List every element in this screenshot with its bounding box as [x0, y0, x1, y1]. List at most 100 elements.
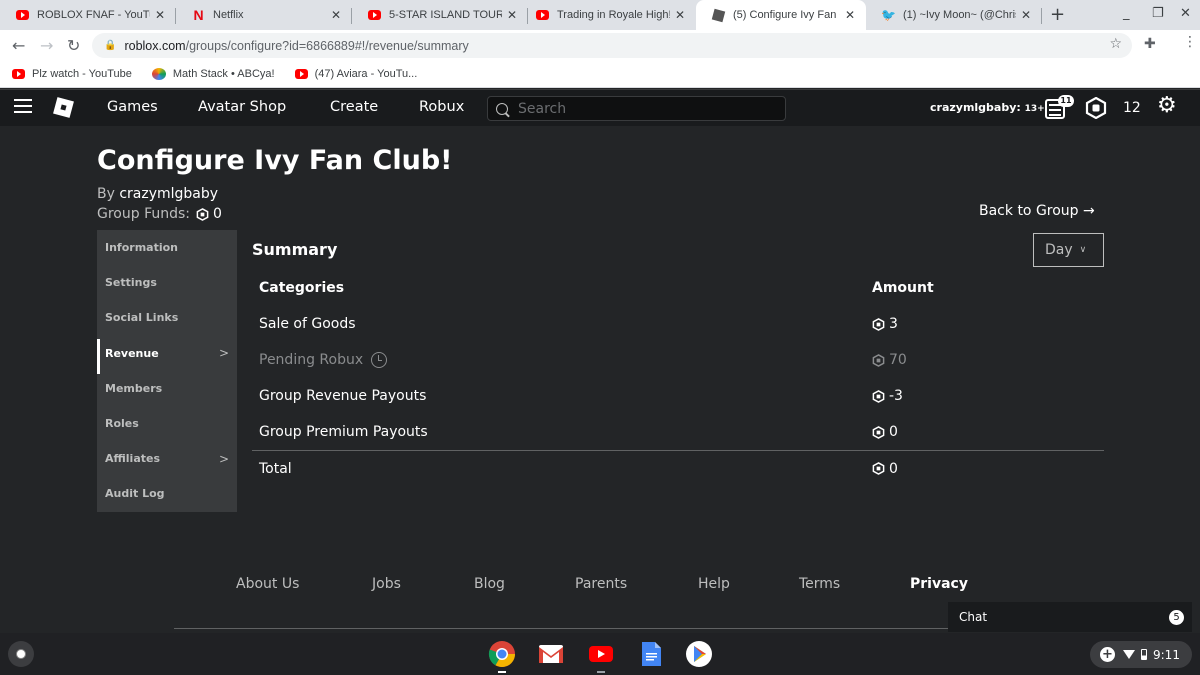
hamburger-menu-icon[interactable] — [14, 99, 32, 117]
footer-privacy[interactable]: Privacy — [910, 576, 968, 592]
footer-parents[interactable]: Parents — [575, 576, 627, 592]
tab-title: ROBLOX FNAF - YouTube — [37, 9, 150, 21]
lock-icon: 🔒 — [104, 40, 117, 51]
roblox-logo[interactable] — [53, 97, 74, 118]
browser-menu-icon[interactable]: ⋮ — [1183, 34, 1197, 50]
youtube-app-icon[interactable] — [587, 640, 615, 668]
group-funds: Group Funds: 0 — [97, 206, 222, 222]
robux-icon — [872, 353, 885, 367]
tab-title: Netflix — [213, 9, 244, 21]
url-text: roblox.com/groups/configure?id=6866889#!… — [124, 38, 469, 53]
chevron-down-icon: ∨ — [1079, 245, 1087, 255]
system-tray[interactable]: + 9:11 — [1090, 641, 1192, 668]
revenue-summary-table: Categories Amount Sale of Goods 3 Pendin… — [252, 270, 1104, 486]
browser-tab[interactable]: 5-STAR ISLAND TOURS in ✕ — [352, 0, 528, 30]
youtube-icon — [294, 68, 308, 79]
close-tab-icon[interactable]: ✕ — [1016, 8, 1036, 22]
footer-terms[interactable]: Terms — [799, 576, 840, 592]
browser-tab-active[interactable]: (5) Configure Ivy Fan Clu ✕ — [696, 0, 866, 30]
clock-icon[interactable] — [371, 352, 388, 368]
bookmark-item[interactable]: (47) Aviara - YouTu... — [294, 68, 417, 80]
search-box — [487, 96, 786, 121]
username[interactable]: crazymlgbaby: 13+ — [930, 101, 1045, 114]
tab-title: 5-STAR ISLAND TOURS in — [389, 9, 502, 21]
group-owner: By crazymlgbaby — [97, 186, 219, 202]
youtube-icon — [12, 68, 25, 79]
chat-badge: 5 — [1169, 610, 1184, 625]
tab-title: Trading in Royale High! — [557, 9, 670, 21]
footer-divider — [174, 628, 949, 629]
robux-icon — [872, 317, 885, 331]
clock-time: 9:11 — [1153, 647, 1180, 662]
browser-tab[interactable]: Trading in Royale High! ✕ — [520, 0, 696, 30]
sidebar-item-information[interactable]: Information — [97, 230, 237, 265]
youtube-icon — [536, 9, 549, 22]
robux-icon — [872, 425, 885, 439]
chat-bar[interactable]: Chat 5 — [948, 602, 1192, 632]
robux-balance[interactable]: 12 — [1123, 100, 1141, 116]
tab-title: (1) ~Ivy Moon~ (@Christ — [903, 9, 1016, 21]
battery-icon — [1141, 649, 1147, 660]
nav-games[interactable]: Games — [107, 99, 158, 115]
tab-title: (5) Configure Ivy Fan Clu — [733, 9, 840, 21]
column-header-amount: Amount — [872, 280, 934, 296]
column-header-categories: Categories — [259, 280, 345, 296]
back-to-group-link[interactable]: Back to Group → — [979, 203, 1095, 219]
new-tab-button[interactable]: + — [1050, 4, 1065, 25]
table-row: Group Revenue Payouts -3 — [259, 388, 903, 404]
search-input[interactable] — [518, 100, 768, 117]
browser-toolbar: ← → ↻ 🔒 roblox.com/groups/configure?id=6… — [0, 30, 1200, 60]
close-window-icon[interactable]: ✕ — [1180, 6, 1191, 21]
table-header: Categories Amount — [252, 270, 1104, 306]
os-shelf — [0, 633, 1200, 675]
close-tab-icon[interactable]: ✕ — [150, 8, 170, 22]
reload-icon[interactable]: ↻ — [67, 36, 80, 55]
roblox-header: Games Avatar Shop Create Robux crazymlgb… — [0, 89, 1200, 126]
sidebar-item-roles[interactable]: Roles — [97, 406, 237, 441]
chrome-icon[interactable] — [488, 640, 516, 668]
nav-avatar-shop[interactable]: Avatar Shop — [198, 99, 286, 115]
chevron-right-icon: > — [218, 346, 229, 361]
close-tab-icon[interactable]: ✕ — [326, 8, 346, 22]
browser-tab-strip: ROBLOX FNAF - YouTube ✕ N Netflix ✕ 5-ST… — [0, 0, 1200, 30]
sidebar-item-settings[interactable]: Settings — [97, 265, 237, 300]
roblox-icon — [711, 8, 726, 22]
restore-icon[interactable]: ❐ — [1152, 6, 1164, 21]
close-tab-icon[interactable]: ✕ — [670, 8, 690, 22]
sidebar-item-social-links[interactable]: Social Links — [97, 300, 237, 335]
footer-jobs[interactable]: Jobs — [372, 576, 401, 592]
docs-icon[interactable] — [637, 640, 665, 668]
owner-link[interactable]: crazymlgbaby — [119, 186, 218, 202]
footer-blog[interactable]: Blog — [474, 576, 505, 592]
footer-about-us[interactable]: About Us — [236, 576, 299, 592]
gmail-icon[interactable] — [537, 640, 565, 668]
period-dropdown[interactable]: Day ∨ — [1033, 233, 1104, 267]
launcher-button[interactable] — [8, 641, 34, 667]
address-bar[interactable]: 🔒 roblox.com/groups/configure?id=6866889… — [92, 33, 1132, 58]
browser-tab[interactable]: 🐦 (1) ~Ivy Moon~ (@Christ ✕ — [866, 0, 1042, 30]
table-row-total: Total 0 — [252, 450, 1104, 486]
close-tab-icon[interactable]: ✕ — [502, 8, 522, 22]
close-tab-icon[interactable]: ✕ — [840, 8, 860, 22]
settings-gear-icon[interactable]: ⚙ — [1157, 95, 1177, 117]
extensions-icon[interactable]: ✚ — [1144, 36, 1156, 52]
nav-create[interactable]: Create — [330, 99, 378, 115]
footer-help[interactable]: Help — [698, 576, 730, 592]
bookmark-item[interactable]: Plz watch - YouTube — [12, 68, 132, 80]
robux-icon — [196, 207, 209, 221]
sidebar-item-affiliates[interactable]: Affiliates > — [97, 441, 237, 476]
back-arrow-icon[interactable]: ← — [12, 36, 25, 55]
sidebar-item-revenue[interactable]: Revenue > — [97, 336, 237, 374]
bookmark-item[interactable]: Math Stack • ABCya! — [151, 67, 275, 80]
sidebar-item-members[interactable]: Members — [97, 371, 237, 406]
browser-tab[interactable]: ROBLOX FNAF - YouTube ✕ — [0, 0, 176, 30]
forward-arrow-icon[interactable]: → — [40, 36, 53, 55]
sidebar-item-audit-log[interactable]: Audit Log — [97, 476, 237, 511]
bookmarks-bar: Plz watch - YouTube Math Stack • ABCya! … — [0, 60, 1200, 88]
nav-robux[interactable]: Robux — [419, 99, 464, 115]
browser-tab[interactable]: N Netflix ✕ — [176, 0, 352, 30]
robux-icon[interactable] — [1085, 97, 1107, 119]
play-store-icon[interactable] — [685, 640, 713, 668]
minimize-icon[interactable]: _ — [1123, 6, 1130, 21]
bookmark-star-icon[interactable]: ☆ — [1109, 36, 1122, 52]
